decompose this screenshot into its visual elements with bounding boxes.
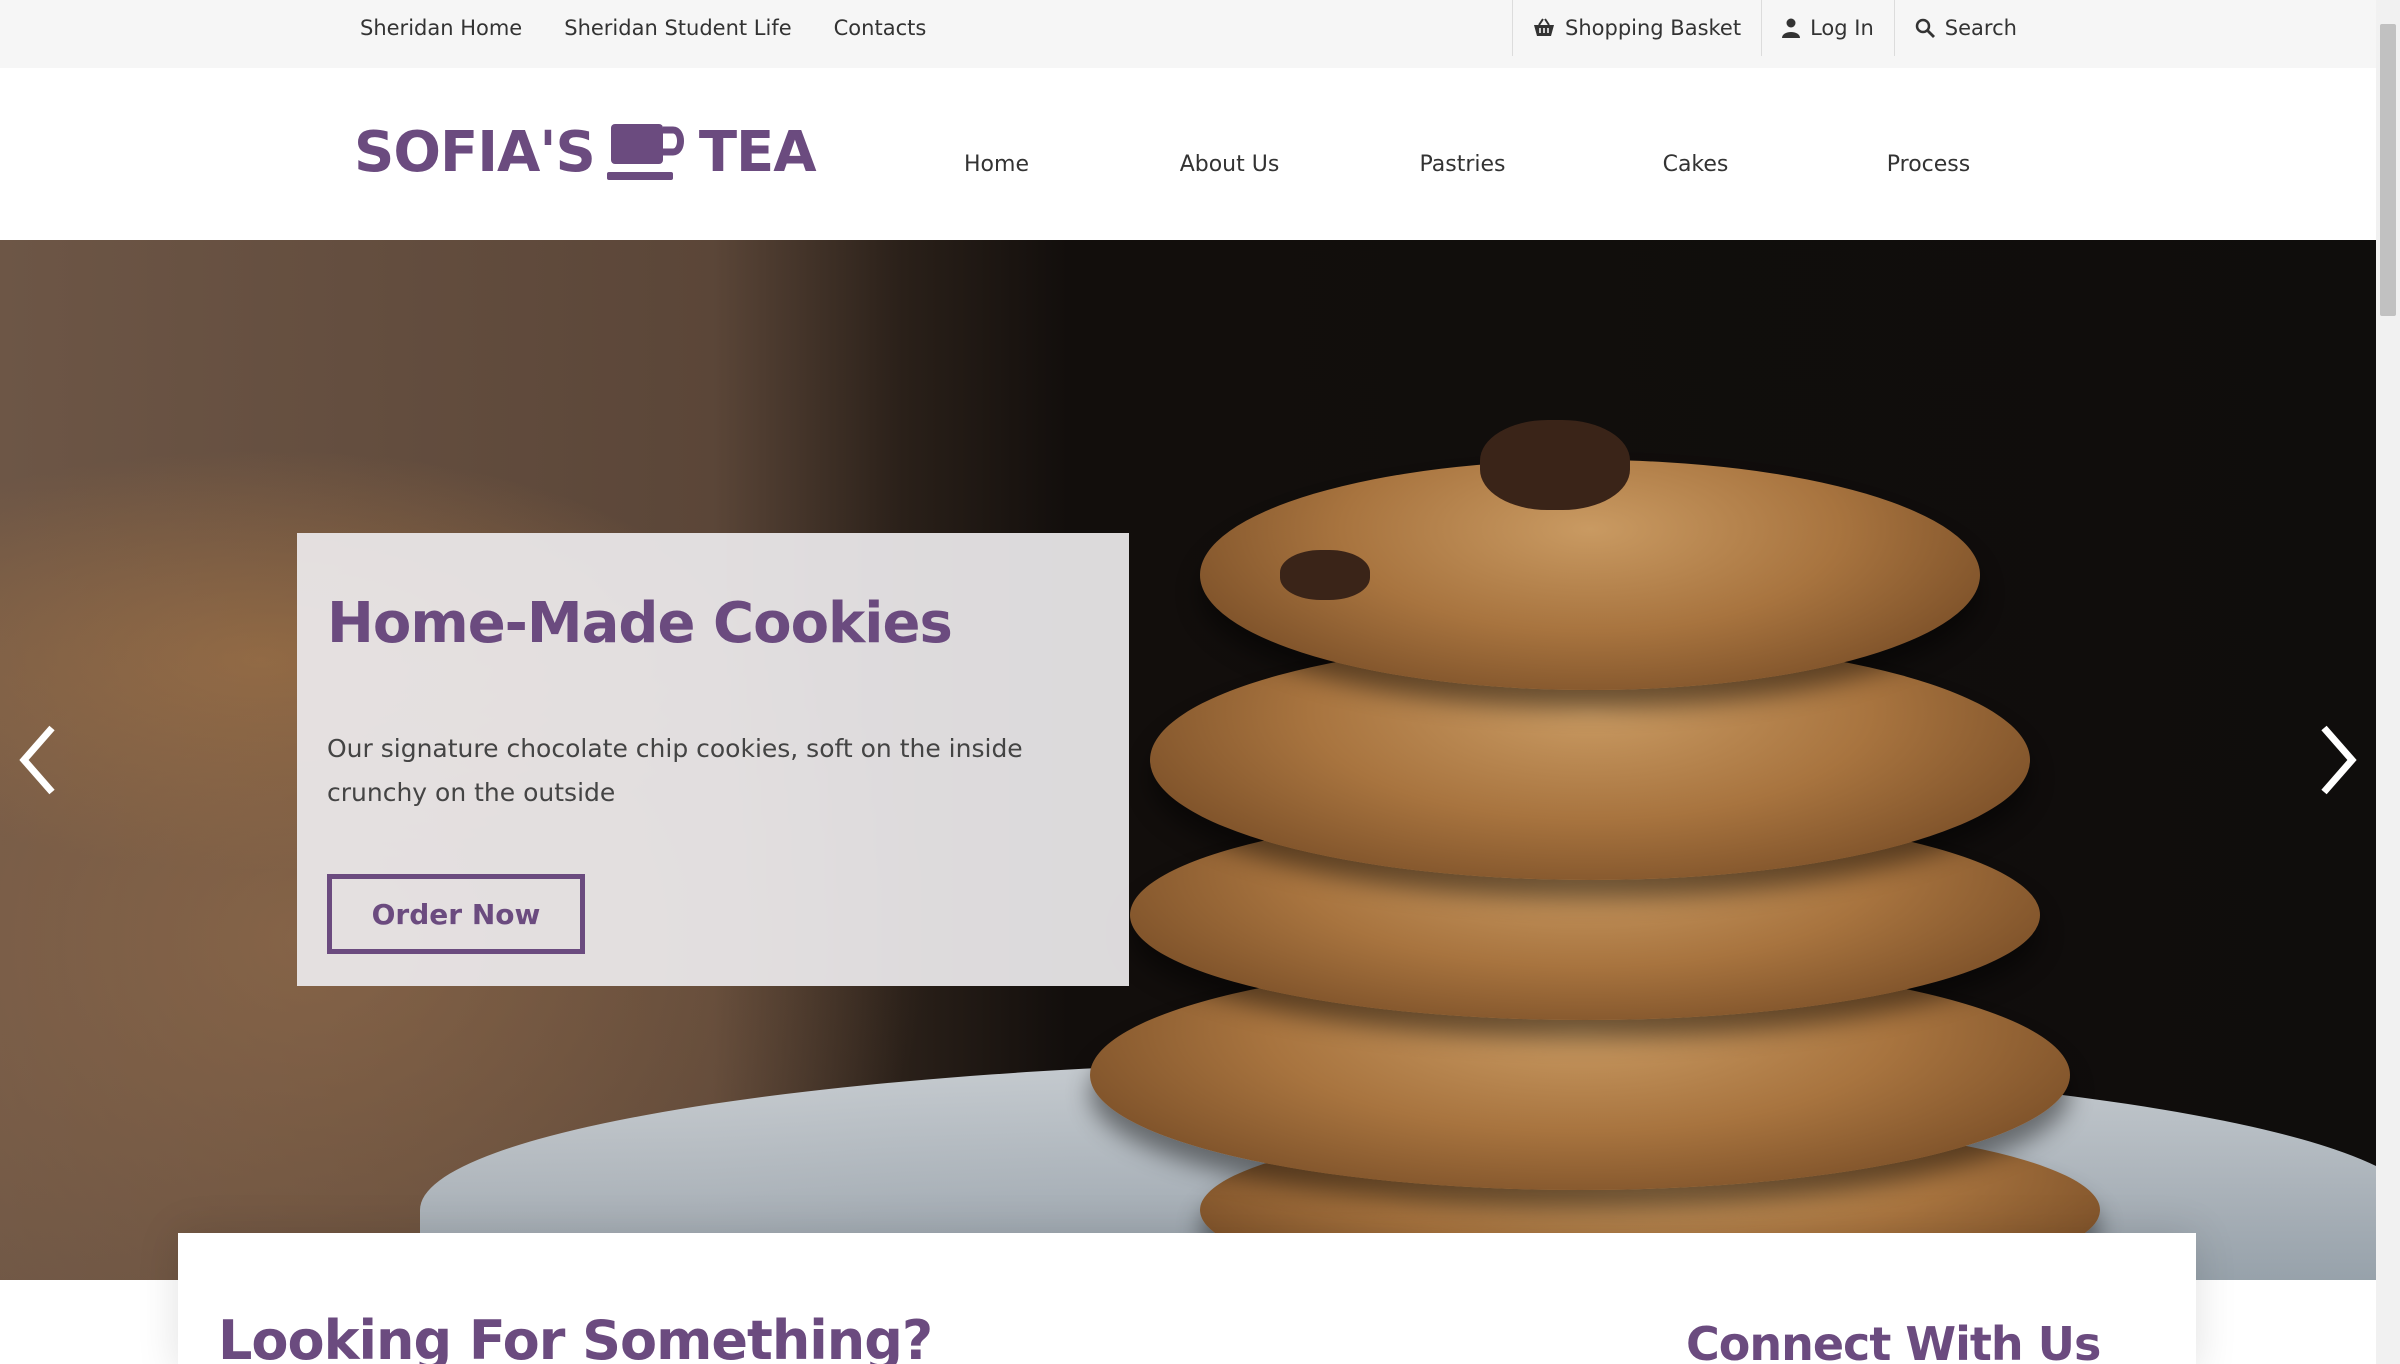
contacts-link[interactable]: Contacts: [834, 16, 927, 40]
basket-icon: [1534, 18, 1554, 36]
user-icon: [1782, 18, 1801, 38]
order-now-button[interactable]: Order Now: [327, 874, 585, 954]
logo-text-left: SOFIA'S: [354, 120, 596, 185]
logo-text-right: TEA: [698, 120, 817, 185]
hero-description: Our signature chocolate chip cookies, so…: [327, 734, 1023, 807]
cup-icon: [606, 123, 684, 180]
main-nav: Home About Us Pastries Cakes Process: [880, 152, 2045, 177]
search-icon: [1915, 18, 1935, 38]
utility-actions: Shopping Basket Log In Search: [1512, 0, 2037, 56]
hero-title: Home-Made Cookies: [327, 591, 953, 656]
nav-cakes[interactable]: Cakes: [1579, 152, 1812, 177]
shopping-basket-button[interactable]: Shopping Basket: [1512, 0, 1761, 56]
nav-about-us[interactable]: About Us: [1113, 152, 1346, 177]
chevron-left-icon[interactable]: [12, 720, 62, 800]
hero-card: Home-Made Cookies Our signature chocolat…: [297, 533, 1129, 986]
shopping-basket-label: Shopping Basket: [1565, 16, 1742, 40]
page-scrollbar[interactable]: [2376, 0, 2400, 1364]
log-in-button[interactable]: Log In: [1761, 0, 1894, 56]
nav-process[interactable]: Process: [1812, 152, 2045, 177]
connect-with-us-heading: Connect With Us: [1686, 1317, 2101, 1364]
search-button[interactable]: Search: [1893, 0, 2037, 56]
chocolate-chip: [1480, 420, 1630, 510]
search-label: Search: [1944, 16, 2017, 40]
nav-home[interactable]: Home: [880, 152, 1113, 177]
log-in-label: Log In: [1810, 16, 1874, 40]
looking-for-something-heading: Looking For Something?: [218, 1309, 933, 1364]
chocolate-chip: [1280, 550, 1370, 600]
bottom-panel: Looking For Something? Connect With Us: [178, 1233, 2196, 1364]
sheridan-home-link[interactable]: Sheridan Home: [360, 16, 522, 40]
scrollbar-thumb[interactable]: [2380, 24, 2396, 316]
hero-carousel: Home-Made Cookies Our signature chocolat…: [0, 240, 2376, 1280]
nav-pastries[interactable]: Pastries: [1346, 152, 1579, 177]
chevron-right-icon[interactable]: [2314, 720, 2364, 800]
site-header: SOFIA'S TEA Home About Us Pastries Cakes…: [0, 68, 2376, 240]
site-logo[interactable]: SOFIA'S TEA: [354, 120, 817, 185]
utility-links: Sheridan Home Sheridan Student Life Cont…: [360, 0, 968, 56]
utility-bar: Sheridan Home Sheridan Student Life Cont…: [0, 0, 2376, 68]
sheridan-student-life-link[interactable]: Sheridan Student Life: [564, 16, 791, 40]
